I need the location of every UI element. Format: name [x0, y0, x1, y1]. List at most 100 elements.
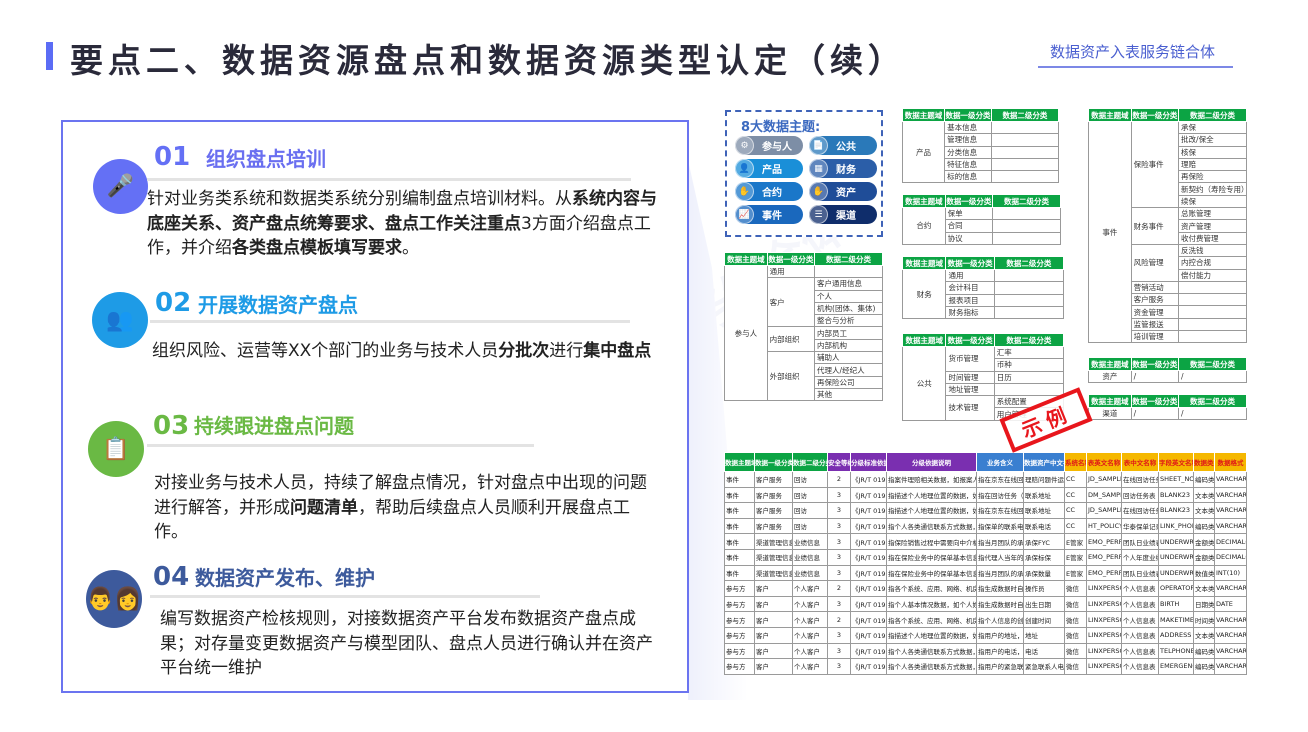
- level2-cell: 币种: [993, 358, 1064, 372]
- table-cell: 客户服务: [754, 486, 793, 504]
- table-cell: 个人信息表: [1121, 642, 1159, 660]
- theme-财务: ▦ 财务: [809, 159, 877, 178]
- step-description: 对接业务与技术人员，持续了解盘点情况，针对盘点中出现的问题进行解答，并形成问题清…: [154, 471, 654, 545]
- level2-cell: 再保险: [1178, 170, 1247, 184]
- table-cell: VARCHAR2(7: [1214, 486, 1247, 504]
- table-cell: 个人客户: [792, 611, 828, 628]
- level2-cell: 整合与分析: [814, 314, 883, 328]
- brand-link[interactable]: 数据资产入表服务链合体: [1050, 41, 1215, 62]
- table-cell: 指生成数据时自动生: [976, 580, 1024, 597]
- text-part: 各类盘点模板填写要求: [232, 238, 402, 258]
- table-cell: 微信: [1064, 611, 1087, 628]
- level1-cell: 基本信息: [944, 120, 992, 135]
- table-cell: BLANK23: [1158, 486, 1194, 504]
- table-cell: 金额类: [1193, 548, 1215, 566]
- table-cell: VARCHAR2(2: [1214, 580, 1247, 597]
- table-cell: 指用户的电话，: [976, 642, 1024, 660]
- level2-cell: [990, 133, 1059, 147]
- table-cell: BLANK23: [1158, 502, 1194, 519]
- table-cell: 指各个系统、应用、网络、机房设施、监控: [886, 611, 977, 628]
- table-cell: 3: [827, 548, 851, 566]
- table-cell: E管家: [1064, 533, 1087, 550]
- table-cell: LINXPERSONA: [1086, 642, 1122, 660]
- column-header: 数据二级分类: [992, 194, 1061, 208]
- table-row: 事件渠道管理信息业绩信息3《JR/T 0197-202指在保险业务中的保单基本信…: [724, 548, 1247, 566]
- table-cell: 承保FYC: [1023, 533, 1065, 550]
- table-cell: 地址: [1023, 626, 1065, 644]
- level1-cell: /: [1130, 369, 1180, 384]
- gear-icon: ⚙: [735, 136, 754, 155]
- table-cell: 指在京东在线回访任: [976, 471, 1024, 488]
- table-cell: 指描述个人地理位置的数据，如所在国家、: [886, 626, 977, 644]
- level2-cell: 辅助人: [814, 351, 883, 365]
- table-cell: VARCHAR2(3: [1214, 642, 1247, 660]
- text-part: 编写数据资产检核规则，对接数据资产平台发布数据资产盘点成果；对存量变更数据资产与…: [160, 609, 653, 678]
- level2-cell: [814, 264, 883, 279]
- table-cell: 微信: [1064, 595, 1087, 613]
- table-cell: TELPHONE: [1158, 642, 1194, 660]
- table-cell: 3: [827, 533, 851, 550]
- table-row: 参与人 通用: [724, 264, 883, 402]
- level2-cell: [992, 206, 1061, 221]
- level1-cell: 通用: [766, 264, 816, 279]
- column-header: 数据主题域: [1088, 394, 1132, 408]
- column-header: 数据主题域: [724, 252, 768, 266]
- table-cell: 编码类: [1193, 517, 1215, 535]
- table-cell: 业绩信息: [792, 564, 828, 582]
- theme-label: 渠道: [836, 211, 856, 222]
- level2-cell: 其他: [814, 387, 883, 402]
- table-row: 事件客户服务回访3《JR/T 0197-202指描述个人地理位置的数据，如所在国…: [724, 502, 1247, 519]
- table-cell: 团队日业绩表: [1121, 564, 1159, 582]
- table-row: 合约 保单: [902, 206, 1061, 245]
- table-cell: JD_SAMPLE: [1086, 471, 1122, 488]
- table-cell: 2: [827, 611, 851, 628]
- table-cell: 参与方: [724, 595, 755, 613]
- step-number: 04: [153, 562, 190, 592]
- level2-cell: 日历: [993, 370, 1064, 384]
- table-cell: 《JR/T 0197-202: [850, 548, 887, 566]
- table-cell: 事件: [724, 471, 755, 488]
- presenter-board-icon: 📋: [88, 421, 144, 477]
- table-cell: E管家: [1064, 564, 1087, 582]
- column-header: 数据主题域: [1088, 108, 1132, 122]
- table-cell: OPERATOR: [1158, 580, 1194, 597]
- table-cell: DECIMAL(16,: [1214, 533, 1247, 550]
- table-cell: 3: [827, 502, 851, 519]
- table-row: 事件 保险事件 承保: [1088, 120, 1247, 344]
- step-title: 持续跟进盘点问题: [194, 414, 354, 438]
- table-cell: 指个人信息的创建时: [976, 611, 1024, 628]
- table-cell: ADDRESS: [1158, 626, 1194, 644]
- level1-cell: 内部组织: [766, 326, 816, 353]
- title-accent-bar: [46, 42, 53, 70]
- table-cell: 指生成数据时自动生: [976, 595, 1024, 613]
- table-cell: 文本类: [1193, 502, 1215, 519]
- column-header: 数据主题域: [724, 452, 755, 472]
- level1-cell: 协议: [944, 231, 994, 245]
- level2-cell: 内控合规: [1178, 256, 1247, 270]
- divider: [147, 178, 631, 181]
- table-cell: 事件: [724, 517, 755, 535]
- table-cell: 回访: [792, 517, 828, 535]
- table-cell: LINXPERSONA: [1086, 626, 1122, 644]
- data-asset-inventory-table: 数据主题域数据一级分类数据二级分类安全等级分级标准依据分级依据说明业务含义数据资…: [724, 452, 1247, 675]
- level2-cell: 理赔: [1178, 157, 1247, 172]
- step-title: 组织盘点培训: [206, 147, 326, 171]
- theme-label: 产品: [762, 165, 782, 176]
- table-row: 事件客户服务回访3《JR/T 0197-202指描述个人地理位置的数据，如所在国…: [724, 486, 1247, 504]
- table-cell: 时间类: [1193, 611, 1215, 628]
- column-header: 数据主题域: [901, 108, 946, 122]
- text-part: 进行: [549, 341, 584, 361]
- level2-cell: [993, 281, 1064, 295]
- table-cell: 在线回访任务表: [1121, 471, 1159, 488]
- table-cell: 事件: [724, 486, 755, 504]
- column-header: 安全等级: [827, 452, 851, 472]
- table-cell: 指用户的地址，: [976, 626, 1024, 644]
- step-title: 数据资产发布、维护: [195, 566, 375, 590]
- table-cell: 指在保险业务中的保单基本信息数据，如: [886, 548, 977, 566]
- table-cell: UNDERWRITE_: [1158, 533, 1194, 550]
- level1-cell: 分类信息: [944, 145, 992, 159]
- level2-cell: [1178, 293, 1247, 307]
- step-number: 01: [154, 142, 191, 172]
- brand-underline: [1038, 66, 1233, 68]
- table-cell: BIRTH: [1158, 595, 1194, 613]
